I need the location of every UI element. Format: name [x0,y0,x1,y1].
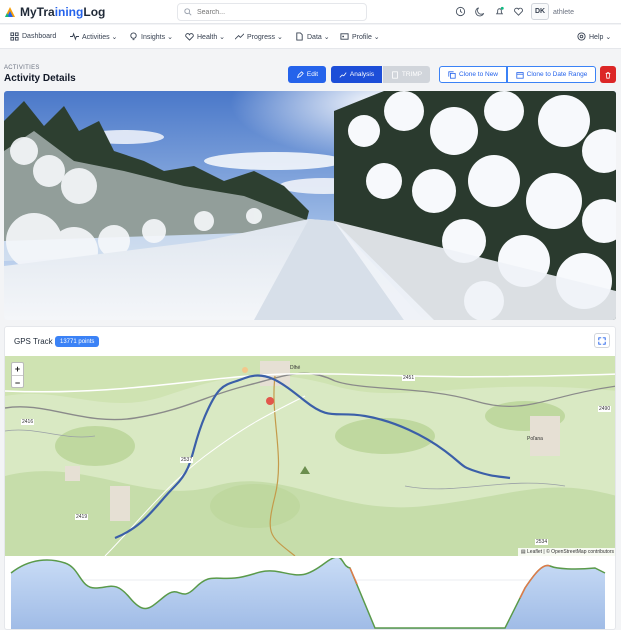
trend-icon [235,33,244,40]
nav-insights[interactable]: Insights ⌄ [129,32,173,41]
map-label-road-2490: 2490 [598,406,612,412]
map-label-road-2419: 2419 [75,514,89,520]
clock-icon[interactable] [455,6,466,17]
logo-icon [5,7,15,17]
map-view[interactable]: + − Dlhé Poľana 2451 2416 2537 2534 2419… [5,356,615,556]
map-zoom-control: + − [11,362,24,388]
map-label-road-2416: 2416 [21,419,35,425]
map-label-road-2537: 2537 [180,457,194,463]
map-attribution[interactable]: ▤ Leaflet | © OpenStreetMap contributors [517,548,615,556]
bulb-icon [130,32,137,41]
user-name[interactable]: athlete [553,9,574,16]
file-icon [296,32,303,41]
search-box[interactable] [177,3,367,21]
nav-data[interactable]: Data ⌄ [295,32,330,41]
heart-icon[interactable] [513,6,524,17]
activity-photo[interactable] [4,91,616,320]
trash-icon [605,71,611,79]
breadcrumb[interactable]: ACTIVITIES [4,65,40,71]
clone-to-date-range-button[interactable]: Clone to Date Range [507,66,596,83]
zoom-in-button[interactable]: + [12,363,23,376]
edit-button[interactable]: Edit [288,66,326,83]
delete-button[interactable] [600,66,616,83]
nav-dashboard[interactable]: Dashboard [10,32,56,41]
user-avatar[interactable]: DK [531,3,549,20]
gps-track-card: GPS Track 13771 points + − Dlhé Poľana 2… [4,326,616,630]
map-label-dlhe: Dlhé [290,365,301,371]
nav-progress[interactable]: Progress ⌄ [235,32,283,41]
page-title: Activity Details [4,73,76,84]
nav-health[interactable]: Health ⌄ [185,32,225,41]
nav-activities[interactable]: Activities ⌄ [70,32,117,41]
heart-pulse-icon [185,33,194,41]
fullscreen-button[interactable] [594,333,610,348]
search-input[interactable] [197,8,357,16]
map-label-road-2534: 2534 [535,539,549,545]
elevation-chart [10,556,606,629]
id-card-icon [340,33,349,40]
moon-icon[interactable] [475,6,486,17]
calendar-icon [516,71,524,79]
nav-help[interactable]: Help ⌄ [577,32,611,41]
expand-icon [598,336,606,345]
help-icon [577,32,586,41]
map-label-road-2451: 2451 [402,375,416,381]
map-label-polana: Poľana [527,436,543,442]
main-nav: Dashboard Activities ⌄ Insights ⌄ Health… [0,25,621,49]
grid-icon [10,32,19,41]
points-badge: 13771 points [55,336,100,347]
activity-icon [70,32,79,41]
map-tiles [5,356,615,556]
search-icon [184,8,192,16]
top-bar: MyTrainingLog DK athlete [0,0,621,24]
zoom-out-button[interactable]: − [12,376,23,389]
clone-to-new-button[interactable]: Clone to New [439,66,507,83]
edit-icon [296,70,304,78]
elevation-profile[interactable] [5,556,615,629]
snowy-forest-road-photo [4,91,616,320]
chart-icon [339,71,347,78]
app-name: MyTrainingLog [20,5,106,19]
nav-profile[interactable]: Profile ⌄ [340,32,380,41]
analysis-button[interactable]: Analysis [331,66,382,83]
trimp-button[interactable]: TRIMP [383,66,430,83]
app-logo[interactable]: MyTrainingLog [4,5,105,19]
notification-bell-icon[interactable] [494,6,505,17]
copy-icon [448,70,456,79]
calculator-icon [392,70,398,79]
gps-track-title: GPS Track [14,337,53,346]
